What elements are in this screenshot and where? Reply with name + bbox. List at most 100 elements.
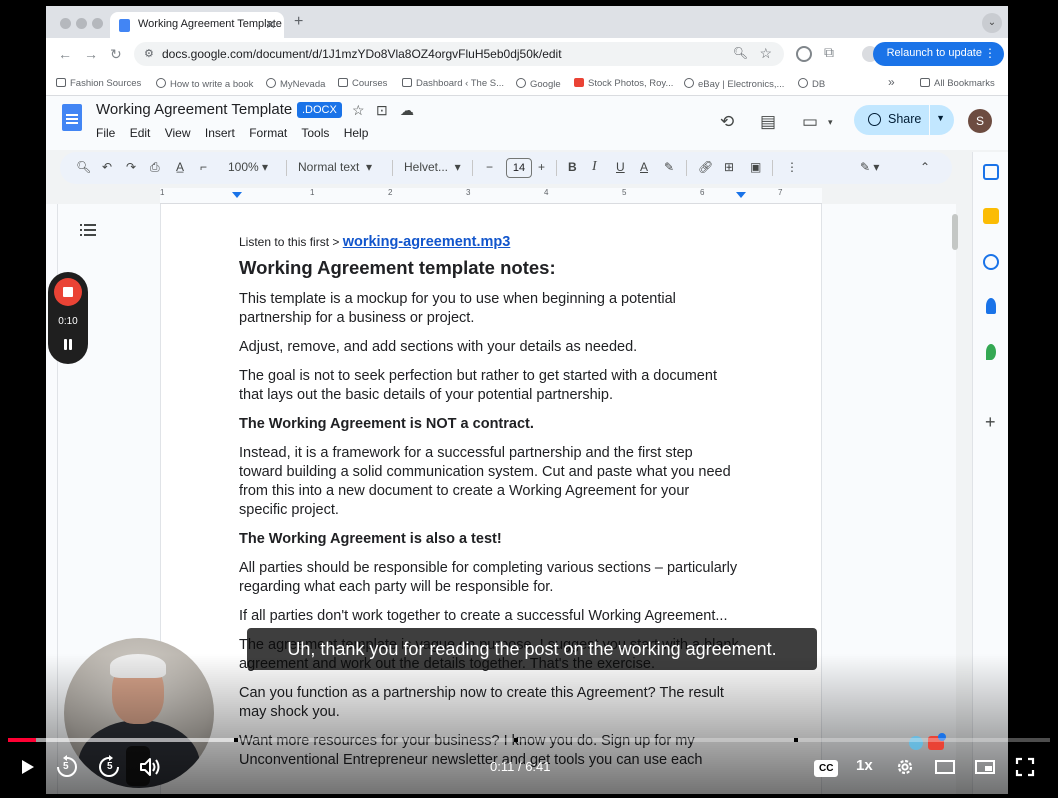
search-menus-icon[interactable]: 🔍︎	[76, 160, 91, 174]
bookmark-item[interactable]: Google	[516, 78, 561, 90]
comments-icon[interactable]: ▤	[760, 112, 776, 132]
play-button[interactable]	[18, 758, 36, 776]
skip-back-button[interactable]: 5	[54, 754, 80, 780]
maps-icon[interactable]	[986, 344, 996, 360]
relaunch-button[interactable]: Relaunch to update ⋮	[872, 42, 1004, 66]
more-bookmarks-icon[interactable]: »	[888, 75, 895, 89]
underline-icon[interactable]: U	[616, 160, 625, 174]
menu-edit[interactable]: Edit	[130, 126, 151, 140]
bold-icon[interactable]: B	[568, 160, 577, 174]
document-title[interactable]: Working Agreement Template	[96, 101, 292, 118]
document-outline-icon[interactable]	[80, 224, 96, 236]
left-indent-marker[interactable]	[232, 192, 242, 198]
bookmark-item[interactable]: eBay | Electronics,...	[684, 78, 784, 90]
insert-link-icon[interactable]: 🔗︎	[698, 160, 713, 174]
star-icon[interactable]: ☆	[352, 102, 365, 119]
print-icon[interactable]: ⎙	[150, 160, 160, 175]
browser-tab[interactable]: Working Agreement Template ✕	[110, 12, 284, 38]
bookmark-item[interactable]: How to write a book	[156, 78, 253, 90]
tab-search-icon[interactable]: ⌄	[982, 13, 1002, 33]
menu-insert[interactable]: Insert	[205, 126, 235, 140]
share-dropdown-icon[interactable]: ▼	[936, 113, 945, 123]
meet-icon[interactable]: ▭	[802, 112, 818, 132]
stop-recording-button[interactable]	[54, 278, 82, 306]
zoom-icon[interactable]: 🔍︎	[733, 46, 748, 60]
captions-button[interactable]: CC	[814, 758, 839, 777]
add-comment-icon[interactable]: ⊞	[724, 160, 734, 174]
video-player[interactable]: Working Agreement Template ✕ + ⌄ ← → ↻ ⚙…	[4, 4, 1054, 794]
settings-gear-icon[interactable]	[894, 756, 916, 778]
contacts-icon[interactable]	[986, 298, 996, 314]
reload-icon[interactable]: ↻	[110, 46, 122, 63]
redo-icon[interactable]: ↷	[126, 160, 136, 174]
back-icon[interactable]: ←	[58, 46, 72, 62]
add-addon-icon[interactable]: +	[985, 412, 996, 433]
right-indent-marker[interactable]	[736, 192, 746, 198]
playback-speed-button[interactable]: 1x	[856, 757, 873, 774]
window-zoom-dot[interactable]	[92, 18, 103, 29]
bookmark-item[interactable]: DB	[798, 78, 825, 90]
spellcheck-icon[interactable]: A̲	[176, 160, 184, 174]
italic-icon[interactable]: I	[592, 159, 597, 175]
tab-close-icon[interactable]: ✕	[265, 17, 276, 33]
theater-mode-icon[interactable]	[934, 758, 956, 776]
font-select[interactable]: Helvet... ▾	[404, 160, 461, 174]
tasks-icon[interactable]	[983, 254, 999, 270]
cloud-status-icon[interactable]: ☁	[400, 102, 414, 119]
forward-icon[interactable]: →	[84, 46, 98, 62]
docs-logo-icon[interactable]	[62, 104, 82, 131]
all-bookmarks[interactable]: All Bookmarks	[920, 78, 995, 89]
menu-file[interactable]: File	[96, 126, 115, 140]
extensions-puzzle-icon[interactable]: ⧉	[824, 44, 834, 61]
insert-image-icon[interactable]: ▣	[750, 160, 761, 174]
scrollbar-thumb[interactable]	[952, 214, 958, 250]
menu-tools[interactable]: Tools	[301, 126, 329, 140]
chapter-gap	[514, 738, 518, 742]
progress-bar[interactable]	[8, 738, 1050, 742]
miniplayer-icon[interactable]	[974, 758, 996, 776]
editing-mode-icon[interactable]: ✎ ▾	[860, 160, 879, 174]
menu-format[interactable]: Format	[249, 126, 287, 140]
pause-recording-icon[interactable]	[62, 339, 74, 351]
keep-icon[interactable]	[983, 208, 999, 224]
skip-forward-button[interactable]: 5	[96, 754, 122, 780]
paint-format-icon[interactable]: ⌐	[200, 160, 207, 174]
version-history-icon[interactable]: ⟲	[720, 112, 734, 132]
menu-view[interactable]: View	[165, 126, 191, 140]
product-overlay-icon[interactable]	[906, 732, 946, 752]
move-folder-icon[interactable]: ⊡	[376, 102, 388, 119]
extension-icon[interactable]	[796, 46, 812, 62]
bookmark-item[interactable]: Dashboard ‹ The S...	[402, 78, 504, 89]
zoom-select[interactable]: 100% ▾	[228, 160, 268, 174]
style-select[interactable]: Normal text ▾	[298, 160, 372, 174]
window-close-dot[interactable]	[60, 18, 71, 29]
meet-dropdown-icon[interactable]: ▾	[828, 117, 833, 128]
bookmark-item[interactable]: Courses	[338, 78, 387, 89]
site-info-icon[interactable]: ⚙	[144, 47, 154, 60]
window-minimize-dot[interactable]	[76, 18, 87, 29]
increase-font-size-icon[interactable]: +	[538, 160, 545, 174]
more-options-icon[interactable]: ⋮	[786, 160, 798, 174]
bookmark-item[interactable]: Stock Photos, Roy...	[574, 78, 673, 89]
calendar-icon[interactable]	[983, 164, 999, 180]
volume-icon[interactable]	[138, 756, 162, 778]
undo-icon[interactable]: ↶	[102, 160, 112, 174]
address-bar[interactable]: ⚙ docs.google.com/document/d/1J1mzYDo8Vl…	[134, 42, 784, 66]
progress-played	[8, 738, 37, 742]
new-tab-icon[interactable]: +	[294, 13, 303, 31]
audio-link[interactable]: working-agreement.mp3	[343, 234, 511, 250]
font-size-input[interactable]: 14	[506, 158, 532, 178]
share-button[interactable]: Share ▼	[854, 105, 954, 135]
bookmark-star-icon[interactable]: ☆	[759, 45, 772, 62]
fullscreen-icon[interactable]	[1014, 756, 1036, 778]
bookmark-item[interactable]: Fashion Sources	[56, 78, 141, 89]
chrome-menu-icon[interactable]: ⋮	[984, 46, 996, 60]
menu-help[interactable]: Help	[344, 126, 369, 140]
decrease-font-size-icon[interactable]: −	[486, 160, 493, 174]
text-color-icon[interactable]: A	[640, 160, 648, 174]
avatar[interactable]: S	[968, 109, 992, 133]
bookmark-item[interactable]: MyNevada	[266, 78, 325, 90]
collapse-toolbar-icon[interactable]: ⌃	[920, 160, 930, 174]
highlight-icon[interactable]: ✎	[664, 160, 674, 174]
horizontal-ruler[interactable]: 1 1 2 3 4 5 6 7	[160, 188, 822, 204]
